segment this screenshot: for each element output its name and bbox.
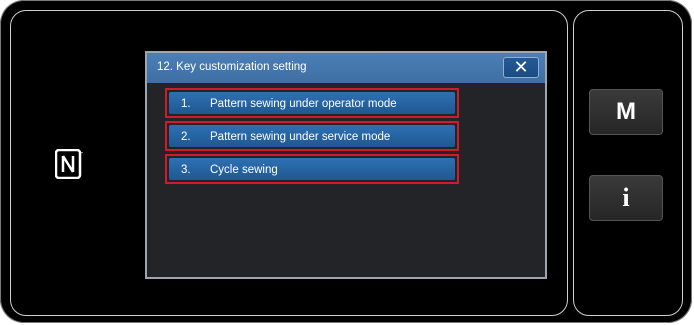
device-frame: ™ 12. Key customization setting ✕ 1. Pat…	[0, 0, 692, 323]
svg-text:™: ™	[80, 151, 83, 156]
menu-item-label: Pattern sewing under operator mode	[210, 98, 397, 110]
mode-button[interactable]: M	[589, 89, 663, 135]
side-button-panel: M i	[573, 10, 683, 316]
menu-item-number: 1.	[181, 98, 191, 110]
menu-item-label: Pattern sewing under service mode	[210, 131, 391, 143]
mode-button-label: M	[616, 98, 636, 125]
info-icon: i	[622, 183, 630, 212]
dialog-title: 12. Key customization setting	[157, 61, 307, 73]
close-icon: ✕	[513, 57, 529, 77]
info-button[interactable]: i	[589, 175, 663, 221]
menu-item-number: 3.	[181, 164, 191, 176]
dialog-header: 12. Key customization setting ✕	[147, 53, 545, 83]
menu-item-service-mode[interactable]: 2. Pattern sewing under service mode	[165, 121, 459, 151]
key-customization-dialog: 12. Key customization setting ✕ 1. Patte…	[145, 51, 547, 279]
menu-item-operator-mode[interactable]: 1. Pattern sewing under operator mode	[165, 88, 459, 118]
nfc-icon: ™	[55, 149, 83, 179]
menu-item-cycle-sewing[interactable]: 3. Cycle sewing	[165, 154, 459, 184]
touch-screen: ™ 12. Key customization setting ✕ 1. Pat…	[10, 10, 568, 316]
menu-item-number: 2.	[181, 131, 191, 143]
close-button[interactable]: ✕	[503, 57, 539, 78]
menu-item-label: Cycle sewing	[210, 164, 278, 176]
